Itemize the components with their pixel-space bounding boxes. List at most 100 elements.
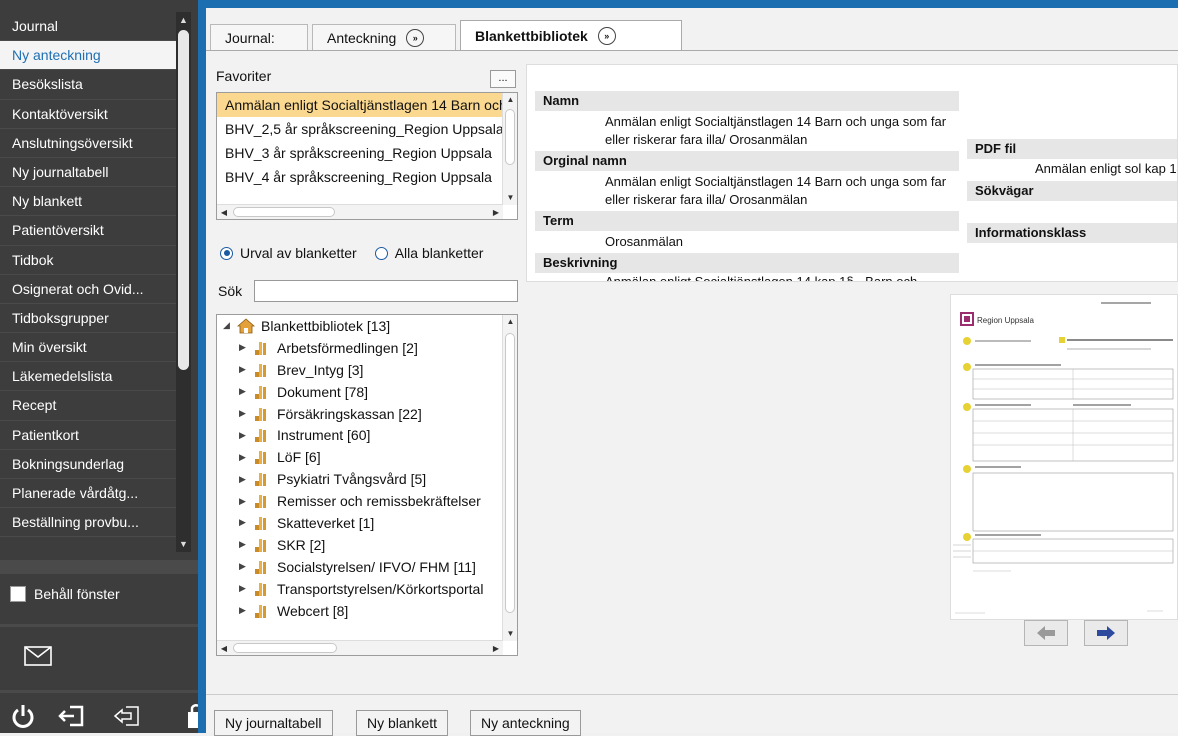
tree-node[interactable]: ▶ Försäkringskassan [22] [217,403,503,425]
scroll-up-icon[interactable]: ▲ [176,12,191,28]
forward-double-chevron-icon[interactable]: » [597,26,616,45]
collapsed-arrow-icon[interactable]: ▶ [239,342,253,353]
collapsed-arrow-icon[interactable]: ▶ [239,539,253,550]
checkbox-box[interactable] [10,586,26,602]
collapsed-arrow-icon[interactable]: ▶ [239,605,253,616]
tree-node-label: Psykiatri Tvångsvård [5] [277,471,427,488]
collapsed-arrow-icon[interactable]: ▶ [239,452,253,463]
favorites-hscrollbar[interactable]: ◀ ▶ [217,204,503,219]
favorite-item[interactable]: BHV_3 år språkscreening_Region Uppsala [217,141,503,165]
previous-page-button[interactable] [1024,620,1068,646]
favorites-vscrollbar[interactable]: ▲ ▼ [502,93,517,205]
sidebar-item-osignerat[interactable]: Osignerat och Ovid... [0,275,176,304]
radio-selected-forms[interactable]: Urval av blanketter [220,245,357,261]
tree-vscrollbar[interactable]: ▲ ▼ [502,315,517,641]
favorite-item[interactable]: BHV_4 år språkscreening_Region Uppsala [217,165,503,189]
collapsed-arrow-icon[interactable]: ▶ [239,561,253,572]
scroll-thumb[interactable] [505,333,515,613]
sidebar-item-recept[interactable]: Recept [0,391,176,421]
keep-window-checkbox[interactable]: Behåll fönster [10,586,120,602]
logout-icon[interactable] [56,702,86,730]
tree-node[interactable]: ▶ Webcert [8] [217,600,503,622]
region-logo-text: Region Uppsala [977,316,1034,325]
lock-icon[interactable] [182,702,198,730]
sidebar-item-bokningsunderlag[interactable]: Bokningsunderlag [0,450,176,479]
sidebar-item-min-oversikt[interactable]: Min översikt [0,333,176,363]
tab-blankettbibliotek[interactable]: Blankettbibliotek » [460,20,682,50]
sidebar-item-tidbok[interactable]: Tidbok [0,246,176,275]
radio-dot[interactable] [220,246,233,260]
collapsed-arrow-icon[interactable]: ▶ [239,430,253,441]
collapsed-arrow-icon[interactable]: ▶ [239,408,253,419]
sidebar-item-bestallning-provbunt[interactable]: Beställning provbu... [0,508,176,538]
tree-node[interactable]: ▶ Brev_Intyg [3] [217,359,503,381]
expanded-arrow-icon[interactable]: ◢ [223,320,237,331]
tree-node[interactable]: ▶ Socialstyrelsen/ IFVO/ FHM [11] [217,556,503,578]
tree-node[interactable]: ▶ Psykiatri Tvångsvård [5] [217,468,503,490]
tree-node[interactable]: ▶ Arbetsförmedlingen [2] [217,337,503,359]
tree-node[interactable]: ▶ Dokument [78] [217,381,503,403]
new-note-button[interactable]: Ny anteckning [470,710,581,736]
radio-dot[interactable] [374,246,388,260]
scroll-thumb[interactable] [505,109,515,165]
new-form-button[interactable]: Ny blankett [356,710,449,736]
sidebar-scroll-thumb[interactable] [178,30,189,370]
scroll-left-icon[interactable]: ◀ [217,641,231,655]
scroll-down-icon[interactable]: ▼ [176,536,191,552]
collapsed-arrow-icon[interactable]: ▶ [239,496,253,507]
sidebar-item-journal[interactable]: Journal [0,12,176,42]
exit-icon[interactable] [112,702,142,730]
scroll-right-icon[interactable]: ▶ [489,205,503,219]
description-value: Anmälan enligt Socialtjänstlagen 14 kap … [605,274,918,282]
collapsed-arrow-icon[interactable]: ▶ [239,364,253,375]
collapsed-arrow-icon[interactable]: ▶ [239,386,253,397]
search-input[interactable] [254,280,518,302]
scroll-up-icon[interactable]: ▲ [503,315,517,329]
scroll-down-icon[interactable]: ▼ [503,191,517,205]
scroll-left-icon[interactable]: ◀ [217,205,231,219]
favorite-item[interactable]: BHV_2,5 år språkscreening_Region Uppsala [217,117,503,141]
sidebar-item-ny-blankett[interactable]: Ny blankett [0,187,176,217]
tree-node[interactable]: ▶ Skatteverket [1] [217,512,503,534]
sidebar-scrollbar[interactable]: ▲ ▼ [176,12,191,552]
new-journal-table-button[interactable]: Ny journaltabell [214,710,333,736]
scroll-thumb[interactable] [233,643,337,653]
scroll-thumb[interactable] [233,207,335,217]
sidebar-item-patientoversikt[interactable]: Patientöversikt [0,216,176,246]
forward-double-chevron-icon[interactable]: » [406,28,425,47]
tree-node[interactable]: ▶ Instrument [60] [217,424,503,446]
collapsed-arrow-icon[interactable]: ▶ [239,517,253,528]
sidebar-item-lakemedelslista[interactable]: Läkemedelslista [0,362,176,392]
tree-node[interactable]: ▶ Remisser och remissbekräftelser [217,490,503,512]
tree-hscrollbar[interactable]: ◀ ▶ [217,640,503,655]
power-icon[interactable] [8,702,38,730]
scroll-up-icon[interactable]: ▲ [503,93,517,107]
collapsed-arrow-icon[interactable]: ▶ [239,583,253,594]
tree-node[interactable]: ▶ LöF [6] [217,446,503,468]
tree-node-label: LöF [6] [277,449,321,466]
tree-node[interactable]: ▶ Transportstyrelsen/Körkortsportal [217,578,503,600]
sidebar-item-planerade-vardatgarder[interactable]: Planerade vårdåtg... [0,479,176,509]
scroll-down-icon[interactable]: ▼ [503,627,517,641]
radio-all-forms[interactable]: Alla blanketter [374,245,483,261]
favorites-label: Favoriter [216,68,272,84]
sidebar-item-tidboksgrupper[interactable]: Tidboksgrupper [0,304,176,334]
favorite-item[interactable]: Anmälan enligt Socialtjänstlagen 14 Barn… [217,93,503,117]
sidebar-item-ny-journaltabell[interactable]: Ny journaltabell [0,158,176,188]
mail-icon[interactable] [24,646,52,666]
sidebar-item-ny-anteckning[interactable]: Ny anteckning [0,41,176,71]
sidebar-item-patientkort[interactable]: Patientkort [0,421,176,450]
tab-journal[interactable]: Journal: [210,24,308,50]
scroll-right-icon[interactable]: ▶ [489,641,503,655]
tree-node[interactable]: ▶ SKR [2] [217,534,503,556]
tree-root[interactable]: ◢ Blankettbibliotek [13] [217,315,503,337]
next-page-button[interactable] [1084,620,1128,646]
sidebar-item-anslutningsoversikt[interactable]: Anslutningsöversikt [0,129,176,158]
collapsed-arrow-icon[interactable]: ▶ [239,474,253,485]
favorites-more-button[interactable]: ... [490,70,516,88]
tab-anteckning[interactable]: Anteckning » [312,24,456,50]
sidebar-item-kontaktoversikt[interactable]: Kontaktöversikt [0,100,176,129]
sidebar-divider [0,560,198,574]
name-header: Namn [535,91,959,111]
sidebar-item-besokslista[interactable]: Besökslista [0,70,176,100]
